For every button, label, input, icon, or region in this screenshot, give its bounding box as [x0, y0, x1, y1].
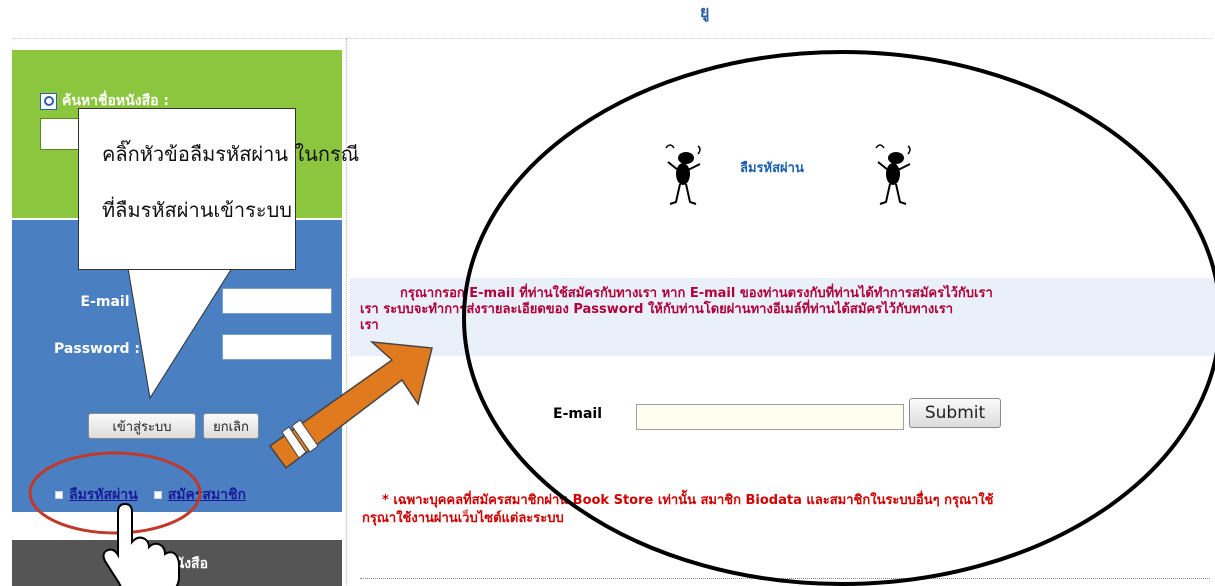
instruction-line: กรุณากรอก E-mail ที่ท่านใช้สมัครกับทางเร… — [400, 286, 993, 301]
page-header-partial: ยู — [700, 2, 710, 21]
submit-button[interactable]: Submit — [909, 398, 1001, 428]
instruction-line: เรา — [360, 318, 379, 333]
bullet-icon — [55, 491, 63, 499]
column-divider — [346, 38, 347, 586]
login-email-input[interactable] — [222, 288, 332, 314]
email-label: E-mail : — [80, 294, 140, 310]
bottom-divider — [360, 578, 1210, 579]
instruction-text: กรุณากรอก E-mail ที่ท่านใช้สมัครกับทางเร… — [360, 286, 1205, 334]
register-item: สมัครสมาชิก — [153, 484, 246, 506]
cancel-button[interactable]: ยกเลิก — [203, 413, 259, 439]
bullet-icon — [153, 491, 162, 499]
stick-figure-icon — [875, 144, 911, 205]
note-line: กรุณาใช้งานผ่านเว็บไซต์แต่ละระบบ — [362, 511, 564, 526]
membership-note: * เฉพาะบุคคลที่สมัครสมาชิกผ่าน Book Stor… — [362, 492, 1212, 528]
email-field[interactable] — [636, 404, 904, 430]
stick-figure-icon — [665, 144, 701, 205]
callout-text: คลิ๊กหัวข้อลืมรหัสผ่าน ในกรณี ที่ลืมรหัส… — [102, 126, 360, 238]
callout-line: ที่ลืมรหัสผ่านเข้าระบบ — [102, 198, 292, 222]
magnifier-icon — [40, 92, 57, 110]
register-link[interactable]: สมัครสมาชิก — [168, 487, 246, 503]
note-line: * เฉพาะบุคคลที่สมัครสมาชิกผ่าน Book Stor… — [382, 493, 994, 508]
sidebar-links: ลืมรหัสผ่าน สมัครสมาชิก — [55, 484, 246, 506]
email-field-label: E-mail — [553, 406, 603, 422]
forgot-password-link[interactable]: ลืมรหัสผ่าน — [69, 487, 138, 503]
login-button[interactable]: เข้าสู่ระบบ — [88, 413, 196, 439]
instruction-line: เรา ระบบจะทำการส่งรายละเอียดของ Password… — [360, 302, 953, 317]
top-divider — [12, 38, 1212, 39]
page-title: ลืมรหัสผ่าน — [740, 161, 804, 176]
callout-line: คลิ๊กหัวข้อลืมรหัสผ่าน ในกรณี — [102, 142, 360, 166]
login-password-input[interactable] — [222, 334, 332, 360]
password-label: Password : — [54, 341, 140, 357]
forgot-password-item: ลืมรหัสผ่าน — [55, 484, 138, 506]
category-heading: หมวดหนังสือ — [130, 556, 208, 572]
